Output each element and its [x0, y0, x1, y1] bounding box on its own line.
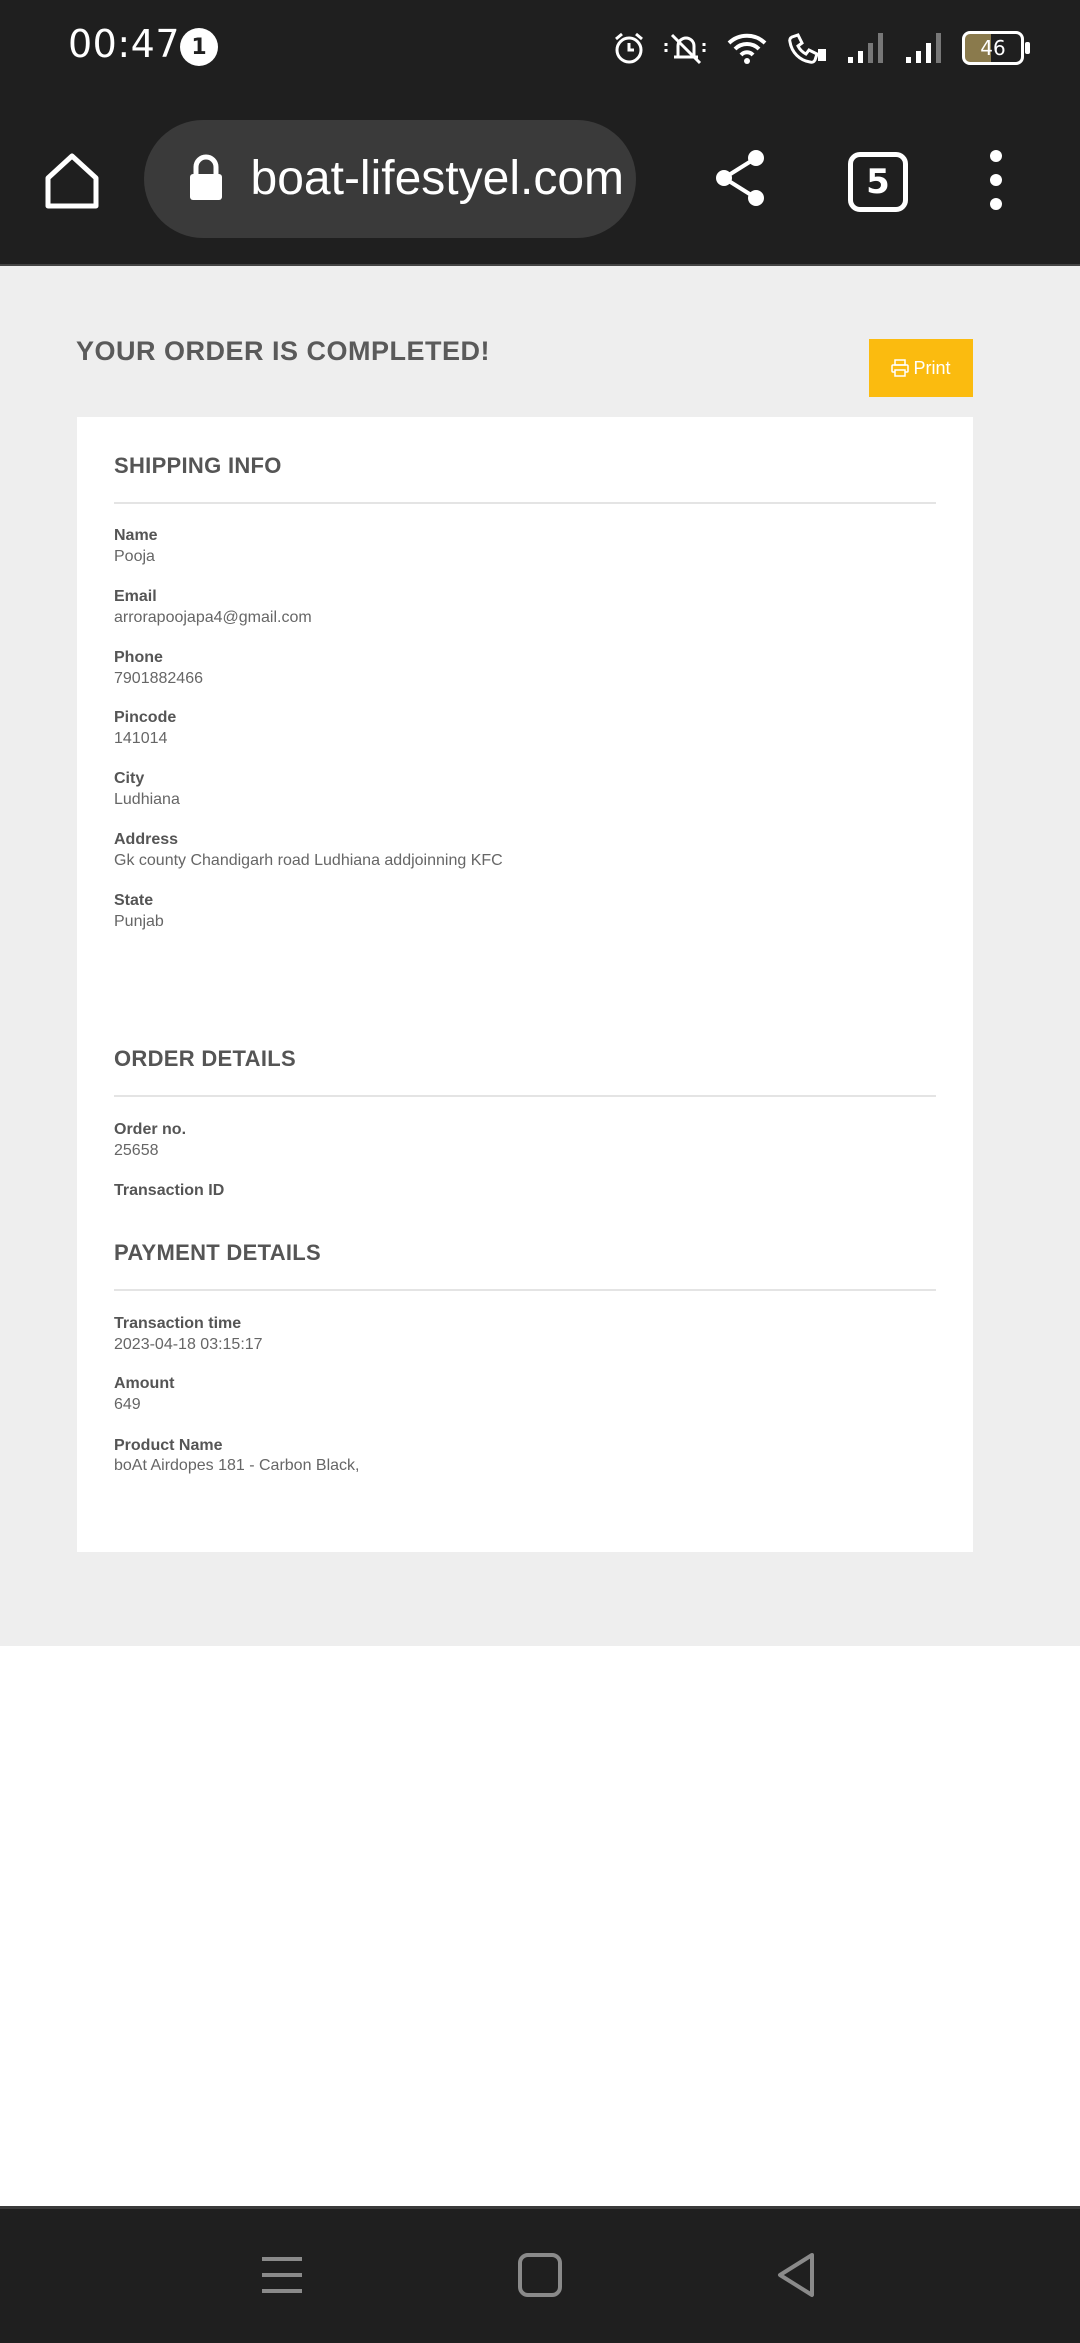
- overflow-menu-icon[interactable]: [980, 148, 1012, 212]
- share-icon[interactable]: [712, 148, 768, 208]
- amount-value: 649: [114, 1396, 141, 1413]
- status-time: 00:47: [68, 22, 181, 66]
- city-value: Ludhiana: [114, 791, 180, 808]
- product-name-label: Product Name: [114, 1437, 223, 1454]
- name-value: Pooja: [114, 548, 155, 565]
- transaction-id-label: Transaction ID: [114, 1182, 225, 1199]
- url-text[interactable]: boat-lifestyel.com: [252, 120, 624, 238]
- transaction-time-label: Transaction time: [114, 1315, 242, 1332]
- order-number-label: Order no.: [114, 1121, 187, 1138]
- state-value: Punjab: [114, 913, 164, 930]
- pincode-value: 141014: [114, 730, 168, 747]
- address-value: Gk county Chandigarh road Ludhiana addjo…: [114, 852, 503, 869]
- printer-icon: [891, 359, 910, 377]
- alarm-icon: [615, 32, 643, 64]
- page-title: YOUR ORDER IS COMPLETED!: [76, 336, 491, 366]
- mute-icon: [664, 33, 706, 65]
- notification-badge: 1: [180, 28, 218, 66]
- system-nav-bar: [0, 2206, 1080, 2343]
- address-label: Address: [114, 831, 179, 848]
- name-label: Name: [114, 527, 158, 544]
- wifi-icon: [727, 33, 767, 64]
- email-value: arrorapoojapa4@gmail.com: [114, 609, 312, 626]
- order-details-heading: ORDER DETAILS: [114, 1046, 296, 1071]
- signal-icon: [906, 33, 941, 63]
- browser-toolbar: boat-lifestyel.com 5: [0, 96, 1080, 266]
- tab-switcher-button[interactable]: 5: [848, 152, 908, 212]
- battery-indicator: 46: [962, 31, 1030, 65]
- amount-label: Amount: [114, 1375, 175, 1392]
- product-name-value: boAt Airdopes 181 - Carbon Black,: [114, 1457, 360, 1474]
- divider: [114, 502, 936, 504]
- recent-apps-icon[interactable]: [254, 2247, 310, 2303]
- order-number-value: 25658: [114, 1142, 159, 1159]
- phone-label: Phone: [114, 649, 163, 666]
- address-bar[interactable]: boat-lifestyel.com: [144, 120, 636, 238]
- state-label: State: [114, 892, 154, 909]
- signal-icon: [848, 33, 883, 63]
- wifi-calling-icon: [788, 33, 826, 64]
- city-label: City: [114, 770, 145, 787]
- divider: [114, 1095, 936, 1097]
- page-content: YOUR ORDER IS COMPLETED! Print SHIPPING …: [0, 266, 1080, 1646]
- back-icon[interactable]: [770, 2247, 826, 2303]
- transaction-time-value: 2023-04-18 03:15:17: [114, 1336, 263, 1353]
- payment-details-heading: PAYMENT DETAILS: [114, 1240, 322, 1265]
- status-icons: 46: [612, 26, 1030, 70]
- phone-value: 7901882466: [114, 670, 203, 687]
- pincode-label: Pincode: [114, 709, 177, 726]
- lock-icon: [190, 154, 222, 200]
- order-summary-card: SHIPPING INFO Name Pooja Email arrorapoo…: [77, 417, 973, 1552]
- status-bar: 00:47 1 46: [0, 0, 1080, 96]
- home-icon[interactable]: [40, 148, 104, 212]
- print-button[interactable]: Print: [869, 339, 973, 397]
- home-nav-icon[interactable]: [512, 2247, 568, 2303]
- email-label: Email: [114, 588, 157, 605]
- print-button-label: Print: [913, 357, 951, 378]
- shipping-info-heading: SHIPPING INFO: [114, 453, 282, 478]
- divider: [114, 1289, 936, 1291]
